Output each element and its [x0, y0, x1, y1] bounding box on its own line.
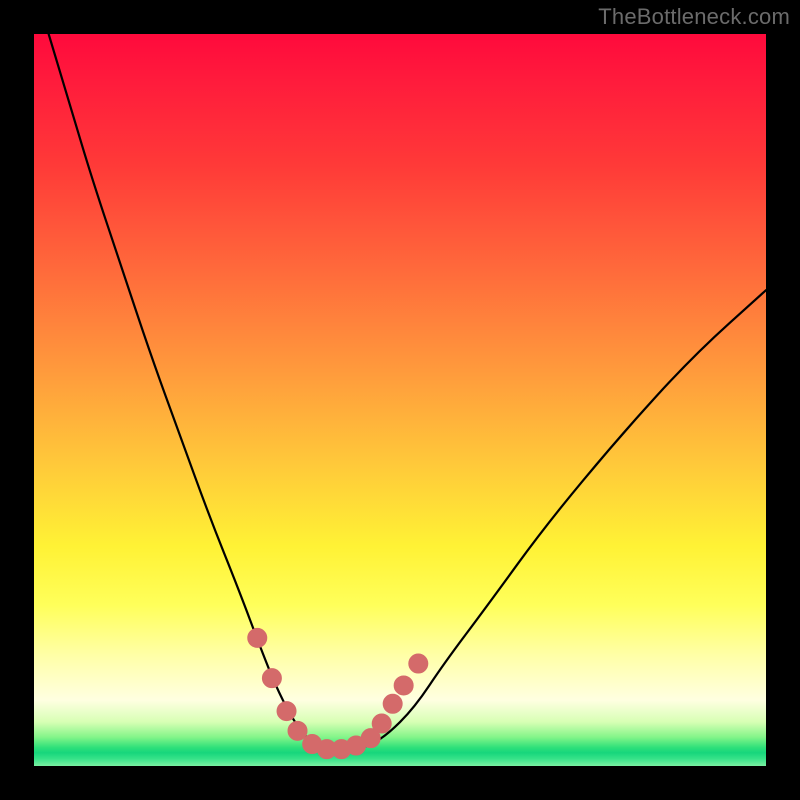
valley-marker [372, 714, 391, 733]
valley-marker [277, 702, 296, 721]
bottleneck-curve [49, 34, 766, 751]
valley-marker [383, 694, 402, 713]
valley-marker [288, 721, 307, 740]
valley-markers [248, 628, 428, 758]
valley-marker [409, 654, 428, 673]
valley-marker [394, 676, 413, 695]
watermark-text: TheBottleneck.com [598, 4, 790, 30]
chart-frame: TheBottleneck.com [0, 0, 800, 800]
valley-marker [248, 628, 267, 647]
valley-marker [262, 669, 281, 688]
chart-svg [34, 34, 766, 766]
plot-area [34, 34, 766, 766]
